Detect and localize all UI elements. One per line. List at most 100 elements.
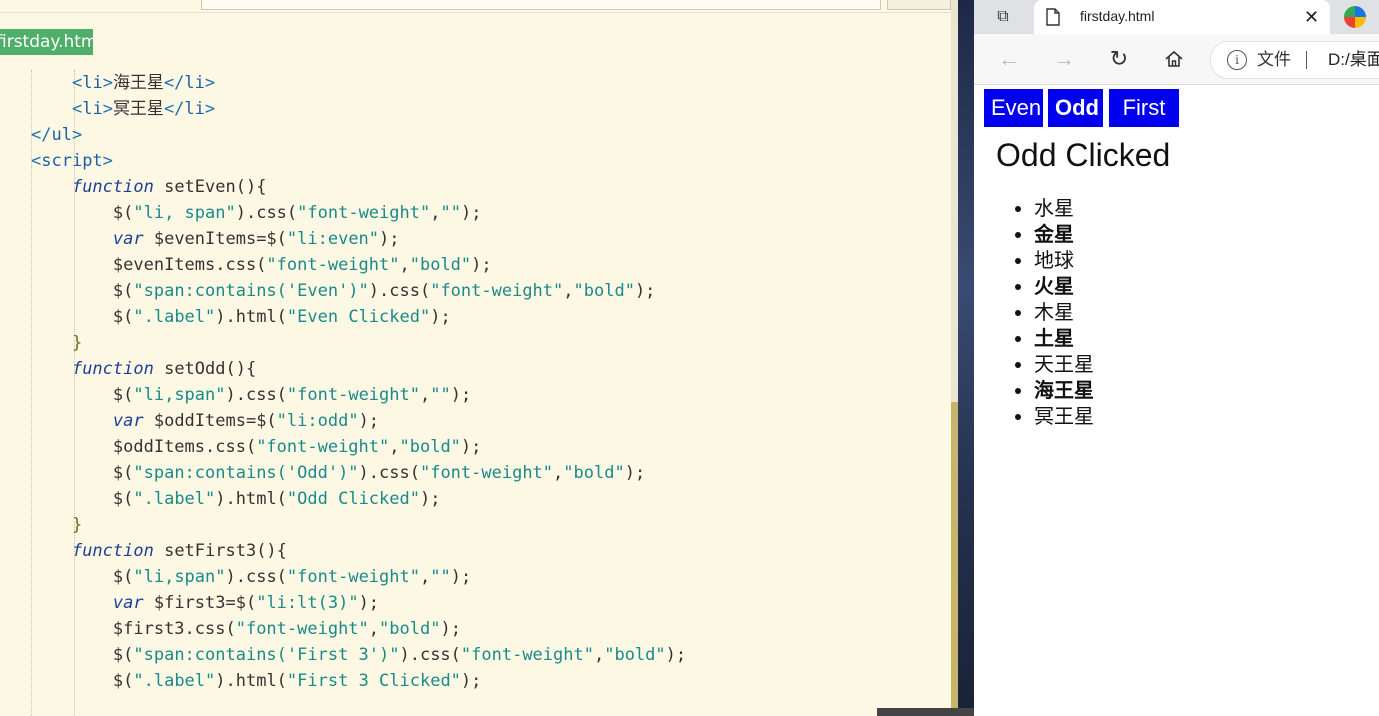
browser-tab-favicon[interactable] [1344,6,1366,28]
code-token: > [102,73,113,93]
code-token: function [71,541,154,561]
editor-search-input[interactable] [201,0,881,10]
code-area[interactable]: <li>海王星</li> <li>冥王星</li> </ul> <script> f… [0,70,950,694]
code-token: $( [112,307,134,327]
code-token: ); [358,593,380,613]
forward-arrow-icon[interactable]: → [1050,45,1078,73]
first3-button[interactable]: First 3 [1109,89,1179,158]
code-line: var $evenItems=$("li:even"); [0,226,950,252]
code-line: $(".label").html("Odd Clicked"); [0,486,950,512]
code-token: $( [112,281,134,301]
code-token: </ [31,125,52,145]
info-icon[interactable]: i [1227,50,1247,70]
editor-search-button[interactable] [887,0,951,10]
code-token: ).html( [215,671,287,691]
code-token: ).css( [225,567,287,587]
code-token: ".label" [133,307,216,327]
code-token: "li:odd" [276,411,359,431]
planet-list-item: 地球 [1034,247,1094,273]
code-token: $( [112,567,134,587]
browser-window: ⧉ firstday.html ✕ ← → ↻ i 文件 D:/桌面 Even … [974,0,1379,716]
code-token: $first3=$( [143,593,257,613]
code-token: $( [112,203,134,223]
code-line: $first3.css("font-weight","bold"); [0,616,950,642]
odd-button[interactable]: Odd [1048,89,1103,127]
browser-tab[interactable]: firstday.html ✕ [1034,0,1330,34]
desktop-background [958,0,974,716]
taskbar-edge [877,708,974,716]
code-token: "Odd Clicked" [286,489,420,509]
code-token: ); [634,281,656,301]
tab-actions-icon[interactable]: ⧉ [992,6,1014,28]
even-button[interactable]: Even [984,89,1043,127]
code-token: ); [665,645,687,665]
code-token: ).css( [235,203,298,223]
code-token: ); [460,671,482,691]
code-editor[interactable]: firstday.html <li>海王星</li> <li>冥王星</li><… [0,0,958,716]
planet-list-item: 海王星 [1034,377,1094,403]
code-line: $(".label").html("First 3 Clicked"); [0,668,950,694]
code-token: "bold" [379,619,441,639]
address-scheme-label: 文件 [1257,50,1291,69]
code-line: $oddItems.css("font-weight","bold"); [0,434,950,460]
code-token: "font-weight" [286,385,420,405]
code-token: "font-weight" [235,619,369,639]
code-line: $("span:contains('First 3')").css("font-… [0,642,950,668]
code-token: var [112,593,144,613]
code-token: $evenItems.css( [112,255,267,275]
code-line: $("span:contains('Even')").css("font-wei… [0,278,950,304]
code-token: li [184,99,205,119]
code-token: script [41,151,103,171]
code-token: setFirst3(){ [153,541,287,561]
code-token: "Even Clicked" [286,307,431,327]
page-content: Even Odd First 3 Odd Clicked 水星金星地球火星木星土… [974,85,1379,716]
code-token: "font-weight" [460,645,594,665]
code-token: 海王星 [112,73,164,93]
tab-close-icon[interactable]: ✕ [1304,0,1319,34]
code-token: , [399,255,410,275]
code-token: ); [379,229,400,249]
code-token: < [71,73,83,93]
code-token: < [31,151,42,171]
code-token: </ [163,99,185,119]
code-token: ); [358,411,380,431]
editor-file-tab[interactable]: firstday.html [0,29,93,55]
code-token: ); [460,437,482,457]
address-url[interactable]: D:/桌面 [1328,42,1379,78]
home-icon[interactable] [1160,45,1188,73]
code-token: "font-weight" [430,281,564,301]
code-token: li [184,73,205,93]
code-line: </ul> [0,122,950,148]
code-token: "li:lt(3)" [256,593,359,613]
code-token: > [102,99,113,119]
code-token: "span:contains('First 3')" [133,645,400,665]
code-line: $(".label").html("Even Clicked"); [0,304,950,330]
address-bar[interactable]: i 文件 D:/桌面 [1210,41,1379,79]
code-token: "font-weight" [297,203,431,223]
code-token: "" [430,567,451,587]
code-token: "bold" [409,255,472,275]
planet-list-item: 水星 [1034,195,1094,221]
code-token: "" [440,203,461,223]
code-token: var [112,411,144,431]
back-arrow-icon[interactable]: ← [995,45,1023,73]
document-icon [1046,8,1060,26]
planet-list-item: 天王星 [1034,351,1094,377]
reload-icon[interactable]: ↻ [1105,45,1133,73]
code-token: ".label" [133,489,216,509]
code-token: ).html( [215,489,287,509]
code-token: $( [112,385,134,405]
editor-scrollbar-thumb[interactable] [951,402,958,716]
code-token: "font-weight" [256,437,390,457]
code-line: } [0,512,950,538]
code-token: ).css( [368,281,431,301]
